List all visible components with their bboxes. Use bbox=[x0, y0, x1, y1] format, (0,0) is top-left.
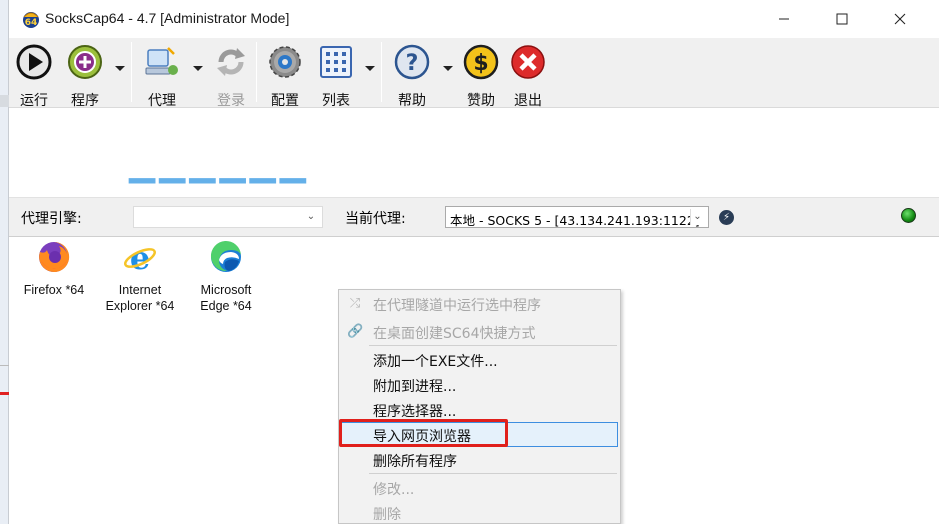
menu-item-label: 删除 bbox=[373, 507, 401, 523]
background-red-line bbox=[0, 392, 9, 395]
window-title: SocksCap64 - 4.7 [Administrator Mode] bbox=[45, 10, 290, 26]
programs-dropdown-arrow[interactable] bbox=[115, 66, 125, 71]
edge-icon bbox=[210, 240, 241, 272]
menu-item-label: 删除所有程序 bbox=[373, 454, 457, 470]
menu-item-add-exe[interactable]: 添加一个EXE文件... bbox=[341, 347, 618, 372]
programs-button[interactable]: 程序 bbox=[62, 42, 108, 109]
help-label: 帮助 bbox=[398, 93, 426, 109]
svg-text:e: e bbox=[130, 240, 150, 274]
close-icon bbox=[894, 13, 906, 25]
chevron-down-icon: ⌄ bbox=[306, 211, 316, 222]
menu-item-label: 在桌面创建SC64快捷方式 bbox=[373, 326, 536, 342]
help-icon: ? bbox=[394, 44, 430, 80]
login-button[interactable]: 登录 bbox=[208, 42, 254, 109]
program-name: Firefox *64 bbox=[23, 283, 85, 297]
background-divider bbox=[0, 365, 9, 366]
dollar-coin-icon: $ bbox=[463, 44, 499, 80]
chevron-down-icon: ⌄ bbox=[690, 209, 704, 225]
menu-separator bbox=[369, 345, 617, 346]
menu-item-edit[interactable]: 修改... bbox=[341, 475, 618, 500]
background-block bbox=[0, 95, 9, 107]
donate-button[interactable]: $ 赞助 bbox=[458, 42, 504, 109]
menu-item-create-shortcut[interactable]: 🔗 在桌面创建SC64快捷方式 bbox=[341, 319, 618, 344]
banner-area: ▔▔▔▔▔▔ bbox=[9, 109, 939, 197]
main-toolbar: 运行 程序 代理 登录 配置 列表 ? 帮助 $ 赞助 退出 bbox=[9, 38, 939, 109]
program-name-line2: Edge *64 bbox=[200, 299, 252, 313]
toolbar-separator bbox=[131, 42, 132, 102]
program-name: Microsoft bbox=[200, 283, 252, 297]
menu-item-delete[interactable]: 删除 bbox=[341, 500, 618, 524]
program-item-edge[interactable]: Microsoft Edge *64 bbox=[181, 240, 271, 314]
run-label: 运行 bbox=[20, 93, 48, 109]
help-button[interactable]: ? 帮助 bbox=[389, 42, 435, 109]
run-button[interactable]: 运行 bbox=[11, 42, 57, 109]
list-dropdown-arrow[interactable] bbox=[365, 66, 375, 71]
proxy-engine-select[interactable]: ⌄ bbox=[133, 206, 323, 228]
proxy-engine-label: 代理引擎: bbox=[21, 211, 82, 227]
menu-item-label: 添加一个EXE文件... bbox=[373, 354, 498, 370]
add-program-icon bbox=[68, 45, 102, 79]
lightning-icon[interactable]: ⚡ bbox=[719, 210, 734, 225]
exit-x-icon bbox=[511, 45, 545, 79]
current-proxy-select[interactable]: 本地 - SOCKS 5 - [43.134.241.193:1122] ⌄ bbox=[445, 206, 709, 228]
current-proxy-label: 当前代理: bbox=[345, 211, 406, 227]
close-button[interactable] bbox=[871, 0, 929, 38]
list-label: 列表 bbox=[322, 93, 350, 109]
context-menu: ⤮ 在代理隧道中运行选中程序 🔗 在桌面创建SC64快捷方式 添加一个EXE文件… bbox=[338, 289, 621, 524]
proxy-computer-icon bbox=[145, 47, 178, 75]
proxy-label: 代理 bbox=[148, 93, 176, 109]
menu-item-label: 附加到进程... bbox=[373, 379, 457, 395]
proxy-bar: 代理引擎: ⌄ 当前代理: 本地 - SOCKS 5 - [43.134.241… bbox=[9, 197, 939, 237]
program-name: Internet bbox=[118, 283, 162, 297]
refresh-icon bbox=[217, 48, 245, 76]
minimize-icon bbox=[779, 18, 789, 20]
maximize-button[interactable] bbox=[813, 0, 871, 38]
gear-icon bbox=[269, 46, 301, 78]
toolbar-separator bbox=[256, 42, 257, 102]
proxy-dropdown-arrow[interactable] bbox=[193, 66, 203, 71]
toolbar-separator bbox=[381, 42, 382, 102]
program-item-internet-explorer[interactable]: e Internet Explorer *64 bbox=[95, 239, 185, 314]
internet-explorer-icon: e bbox=[124, 239, 156, 277]
svg-text:?: ? bbox=[406, 51, 419, 76]
title-bar[interactable]: 64 SocksCap64 - 4.7 [Administrator Mode] bbox=[9, 0, 939, 38]
annotation-highlight-box bbox=[339, 419, 508, 447]
menu-item-remove-all[interactable]: 删除所有程序 bbox=[341, 447, 618, 472]
current-proxy-value: 本地 - SOCKS 5 - [43.134.241.193:1122] bbox=[450, 213, 700, 228]
shuffle-icon: ⤮ bbox=[349, 296, 361, 311]
svg-text:$: $ bbox=[473, 51, 488, 76]
program-name-line2: Explorer *64 bbox=[105, 299, 175, 313]
exit-button[interactable]: 退出 bbox=[505, 42, 551, 109]
menu-item-attach-process[interactable]: 附加到进程... bbox=[341, 372, 618, 397]
menu-item-label: 修改... bbox=[373, 482, 415, 498]
link-icon: 🔗 bbox=[347, 324, 364, 339]
donate-label: 赞助 bbox=[467, 93, 495, 109]
config-button[interactable]: 配置 bbox=[262, 42, 308, 109]
list-button[interactable]: 列表 bbox=[313, 42, 359, 109]
program-item-firefox[interactable]: Firefox *64 bbox=[9, 240, 99, 298]
menu-item-run-in-tunnel[interactable]: ⤮ 在代理隧道中运行选中程序 bbox=[341, 291, 618, 316]
banner-decoration: ▔▔▔▔▔▔ bbox=[129, 179, 310, 197]
config-label: 配置 bbox=[271, 93, 299, 109]
menu-item-label: 在代理隧道中运行选中程序 bbox=[373, 298, 541, 314]
sockscap64-icon: 64 bbox=[23, 12, 39, 28]
background-window-edge bbox=[0, 0, 9, 524]
svg-text:64: 64 bbox=[25, 18, 38, 28]
exit-label: 退出 bbox=[514, 93, 542, 109]
play-icon bbox=[16, 44, 52, 80]
grid-list-icon bbox=[320, 46, 352, 78]
maximize-icon bbox=[836, 13, 848, 25]
firefox-icon bbox=[39, 241, 70, 272]
login-label: 登录 bbox=[217, 93, 245, 109]
status-led-icon bbox=[901, 208, 916, 223]
menu-separator bbox=[369, 473, 617, 474]
minimize-button[interactable] bbox=[755, 0, 813, 38]
menu-item-label: 程序选择器... bbox=[373, 404, 457, 420]
programs-label: 程序 bbox=[71, 93, 99, 109]
help-dropdown-arrow[interactable] bbox=[443, 66, 453, 71]
proxy-button[interactable]: 代理 bbox=[139, 42, 185, 109]
